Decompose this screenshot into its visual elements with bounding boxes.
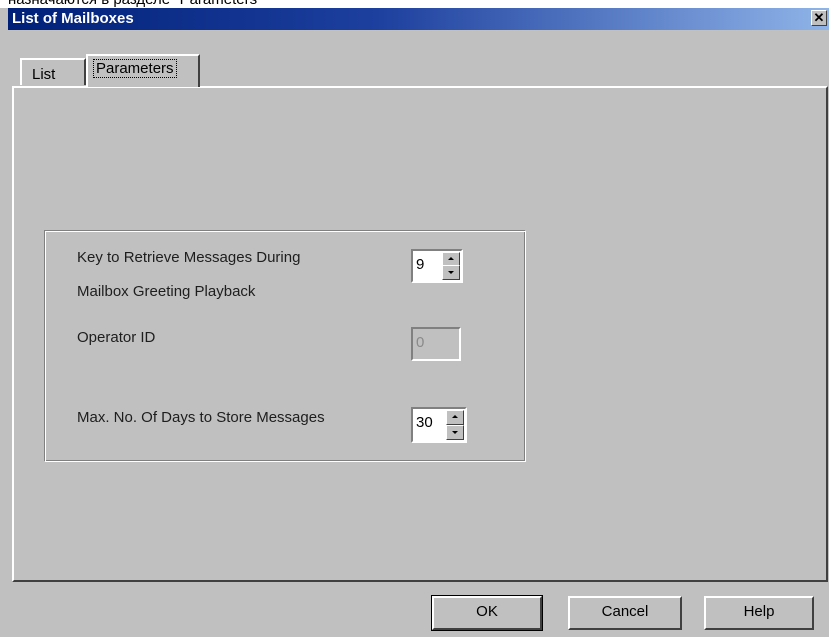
- max-days-up-button[interactable]: [446, 410, 464, 425]
- tab-list-label: List: [32, 66, 56, 83]
- cancel-button[interactable]: Cancel: [568, 596, 682, 630]
- max-days-spinbox[interactable]: 30: [411, 407, 467, 443]
- ok-button[interactable]: OK: [432, 596, 542, 630]
- title-bar[interactable]: List of Mailboxes ✕: [8, 8, 829, 30]
- tab-parameters-label: Parameters: [93, 59, 177, 78]
- retrieve-key-label-line2: Mailbox Greeting Playback: [77, 283, 256, 300]
- close-icon: ✕: [813, 10, 825, 25]
- page-caption: назначаются в разделе "Parameters": [0, 0, 829, 8]
- retrieve-key-label-line1: Key to Retrieve Messages During: [77, 249, 301, 266]
- retrieve-key-down-button[interactable]: [442, 265, 460, 280]
- arrow-down-icon: [452, 431, 458, 434]
- max-days-spinner: [446, 410, 464, 440]
- max-days-value[interactable]: 30: [416, 414, 433, 432]
- tab-list[interactable]: List: [20, 58, 86, 85]
- tab-parameters[interactable]: Parameters: [86, 54, 200, 87]
- parameters-group: Key to Retrieve Messages During Mailbox …: [44, 230, 526, 462]
- operator-id-field[interactable]: 0: [411, 327, 461, 361]
- arrow-up-icon: [448, 257, 454, 260]
- max-days-down-button[interactable]: [446, 425, 464, 440]
- window-title: List of Mailboxes: [12, 10, 134, 27]
- close-button[interactable]: ✕: [811, 10, 827, 26]
- help-button[interactable]: Help: [704, 596, 814, 630]
- operator-id-value: 0: [416, 334, 425, 351]
- operator-id-label: Operator ID: [77, 329, 156, 346]
- arrow-up-icon: [452, 415, 458, 418]
- arrow-down-icon: [448, 271, 454, 274]
- retrieve-key-value[interactable]: 9: [416, 256, 424, 274]
- retrieve-key-spinbox[interactable]: 9: [411, 249, 463, 283]
- retrieve-key-spinner: [442, 252, 460, 280]
- max-days-label: Max. No. Of Days to Store Messages: [77, 409, 325, 426]
- dialog-window: назначаются в разделе "Parameters" List …: [0, 0, 829, 637]
